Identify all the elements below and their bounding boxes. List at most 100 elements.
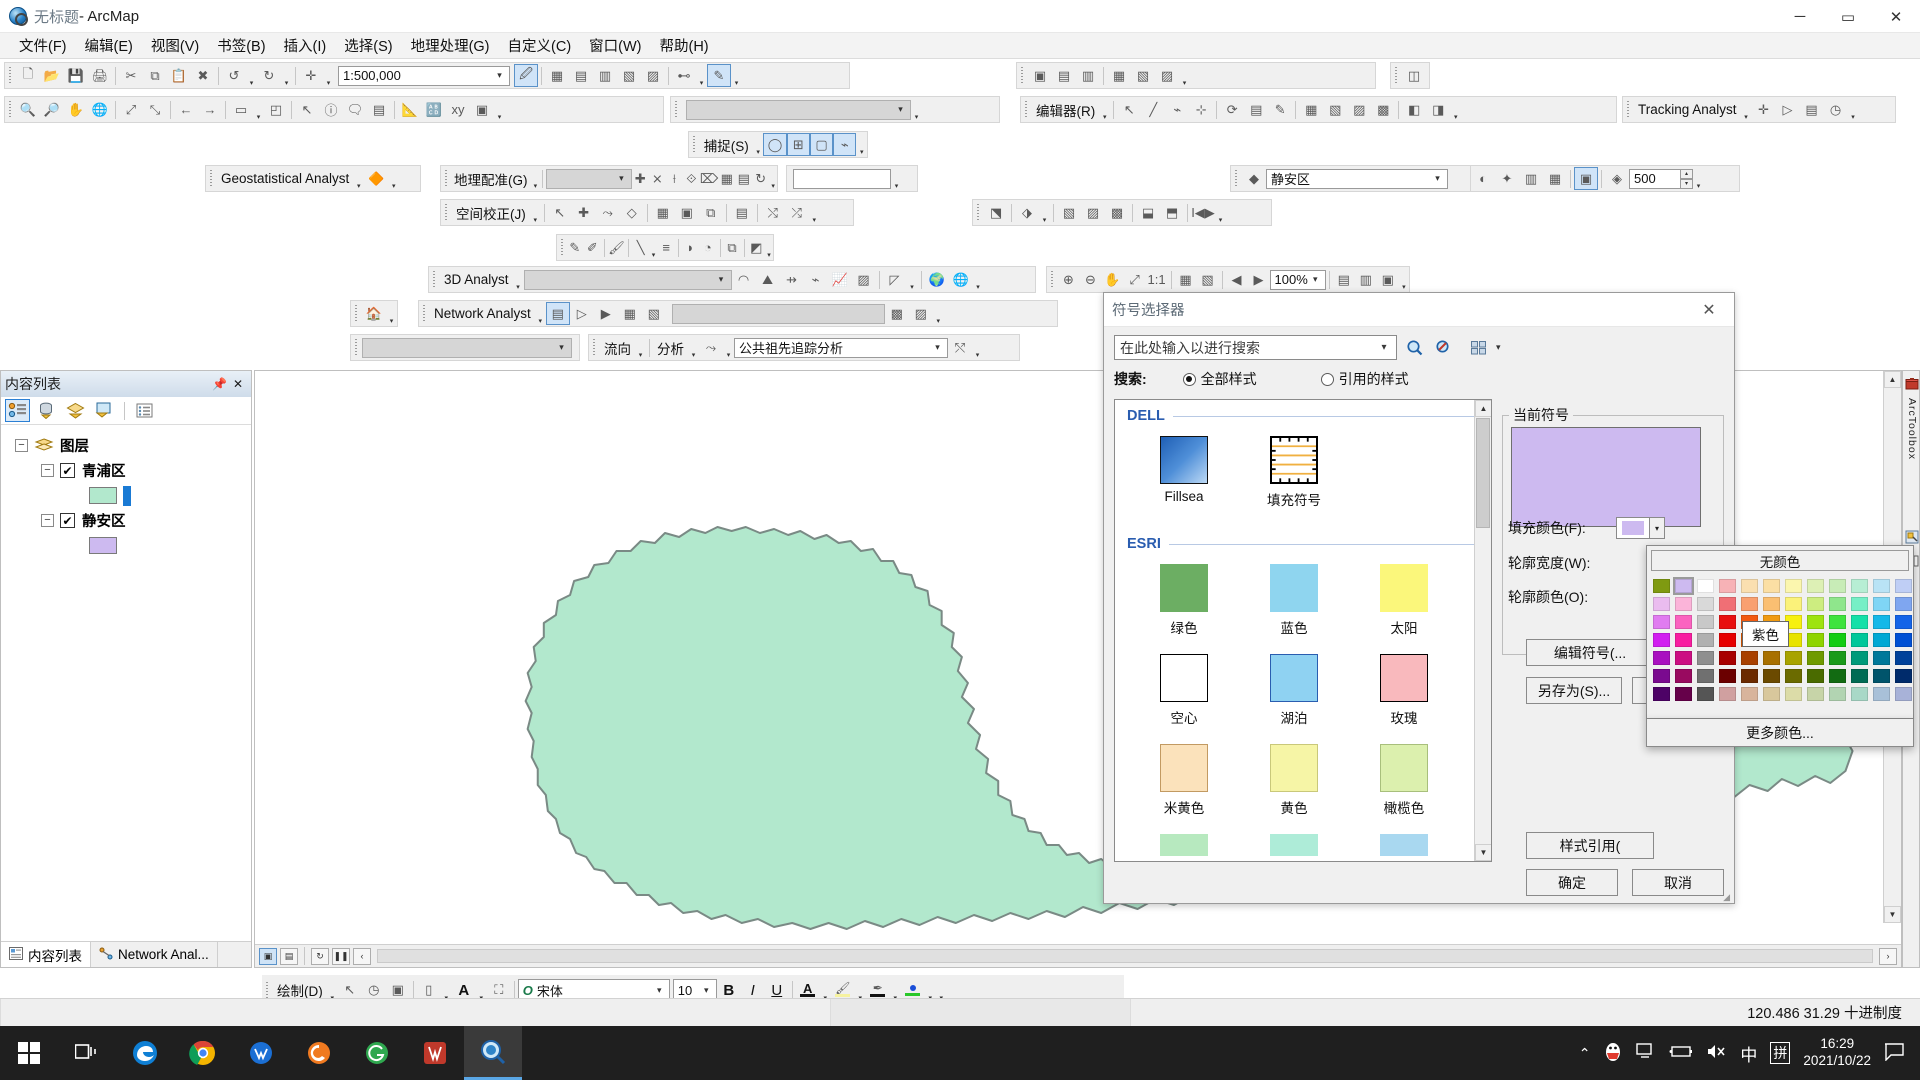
hyperlink-icon[interactable]: 🗨 — [343, 98, 367, 121]
measure-icon[interactable]: 📐 — [398, 98, 422, 121]
adjust-newlink-icon[interactable]: ✚ — [572, 201, 596, 224]
snapping-menu-arrow[interactable]: ▾ — [753, 133, 764, 156]
symbol-list-panel[interactable]: DELL Fillsea 填充符号 ESRI 绿色 蓝色 太阳 空心 湖泊 玫瑰… — [1114, 399, 1492, 862]
georef-zoomlink-icon[interactable]: ⟐ — [683, 167, 700, 190]
taskbar-clock[interactable]: 16:29 2021/10/22 — [1803, 1036, 1871, 1070]
maximize-button[interactable]: ▭ — [1824, 0, 1872, 33]
toolbar-grip[interactable] — [559, 238, 565, 257]
tracking-props-icon[interactable]: ▤ — [1800, 98, 1824, 121]
color-swatch[interactable] — [1675, 633, 1692, 647]
edit-tool6-icon[interactable]: ◨ — [1426, 98, 1450, 121]
tracking-play-icon[interactable]: ▷ — [1776, 98, 1800, 121]
aux-c-overflow[interactable]: ▾ — [911, 98, 922, 121]
profile-dd[interactable]: ▾ — [907, 268, 918, 291]
color-swatch[interactable] — [1653, 669, 1670, 683]
select-features-icon[interactable]: ▭ — [229, 98, 253, 121]
georef-menu-label[interactable]: 地理配准(G) — [450, 169, 532, 189]
tool-a2-icon[interactable]: ▤ — [1052, 64, 1076, 87]
menu-item-view[interactable]: 视图(V) — [142, 32, 208, 59]
color-swatch[interactable] — [1829, 633, 1846, 647]
network-props-icon[interactable]: ▨ — [909, 302, 933, 325]
taskbar-arcmap-icon[interactable] — [464, 1026, 522, 1080]
color-swatch[interactable] — [1653, 579, 1670, 593]
redo-dropdown[interactable]: ▾ — [281, 64, 292, 87]
color-swatch[interactable] — [1741, 687, 1758, 701]
tray-volume-muted-icon[interactable] — [1706, 1043, 1727, 1063]
color-swatch[interactable] — [1763, 687, 1780, 701]
analyst3d-layer-combo[interactable]: ▾ — [523, 269, 732, 290]
save-icon[interactable]: 💾 — [64, 64, 88, 87]
pin-icon[interactable]: 📌 — [212, 377, 227, 391]
adv-copy-icon[interactable]: ◗ — [682, 236, 699, 259]
steepest-path-icon[interactable]: ⛰ — [756, 268, 780, 291]
menu-item-file[interactable]: 文件(F) — [10, 32, 76, 59]
color-swatch[interactable] — [1653, 651, 1670, 665]
taskbar-chrome-icon[interactable] — [174, 1026, 232, 1080]
network-layer-combo[interactable] — [671, 303, 885, 324]
pub-data-icon[interactable]: ▥ — [1355, 268, 1377, 291]
adjust-table-icon[interactable]: ▦ — [651, 201, 675, 224]
pub-grid2-icon[interactable]: ▧ — [1197, 268, 1219, 291]
symbol-item[interactable]: 黄色 — [1239, 738, 1349, 828]
color-swatch[interactable] — [1741, 669, 1758, 683]
geocode-overflow[interactable]: ▾ — [386, 302, 397, 325]
toolbar-grip[interactable] — [1625, 100, 1632, 119]
toolbar-grip[interactable] — [353, 338, 360, 357]
symbol-item[interactable] — [1129, 828, 1239, 856]
menu-item-geoprocessing[interactable]: 地理处理(G) — [402, 32, 499, 59]
resize-grip-icon[interactable]: ◢ — [1723, 892, 1730, 903]
toolbar-grip[interactable] — [431, 270, 438, 289]
adv-merge-icon[interactable]: ⧉ — [723, 236, 740, 259]
html-popup-icon[interactable]: ▤ — [367, 98, 391, 121]
fixed-zoom-in-icon[interactable]: ⤢ — [119, 98, 143, 121]
color-swatch[interactable] — [1807, 597, 1824, 611]
effects-icon[interactable]: ✦ — [1495, 167, 1519, 190]
pub-pan-icon[interactable]: ✋ — [1101, 268, 1123, 291]
undo-dropdown[interactable]: ▾ — [246, 64, 257, 87]
network-create-icon[interactable]: ▷ — [570, 302, 594, 325]
toolbar-grip[interactable] — [1019, 66, 1026, 85]
arcscene-icon[interactable]: 🌐 — [949, 268, 973, 291]
toolbox-icon[interactable]: ▧ — [617, 64, 641, 87]
trace-task-combo[interactable]: 公共祖先追踪分析 ▾ — [734, 337, 948, 358]
layout-view-button[interactable]: ▤ — [280, 947, 298, 965]
analyst3d-overflow[interactable]: ▾ — [973, 268, 984, 291]
toolbar-grip[interactable] — [443, 203, 450, 222]
surface-icon[interactable]: ▨ — [852, 268, 876, 291]
start-button[interactable] — [0, 1026, 58, 1080]
create-profile-icon[interactable]: ◸ — [883, 268, 907, 291]
adjust-attrtransfer-icon[interactable]: ⤭ — [761, 201, 785, 224]
refresh-button[interactable]: ↻ — [311, 947, 329, 965]
color-swatch[interactable] — [1807, 633, 1824, 647]
symbol-item[interactable]: 蓝色 — [1239, 558, 1349, 648]
toolbar-grip[interactable] — [673, 100, 680, 119]
analysis-menu-label[interactable]: 分析 — [653, 338, 688, 358]
color-swatch[interactable] — [1851, 579, 1868, 593]
radio-referenced-styles-button[interactable] — [1320, 372, 1334, 386]
color-swatch[interactable] — [1851, 651, 1868, 665]
open-icon[interactable]: 📂 — [40, 64, 64, 87]
color-swatch[interactable] — [1697, 669, 1714, 683]
snapping-menu-label[interactable]: 捕捉(S) — [700, 135, 753, 155]
cut-icon[interactable]: ✂ — [119, 64, 143, 87]
network-directions-icon[interactable]: ▧ — [642, 302, 666, 325]
print-icon[interactable]: 🖨 — [88, 64, 112, 87]
color-swatch[interactable] — [1829, 687, 1846, 701]
chevron-down-icon[interactable]: ▾ — [1374, 342, 1394, 353]
color-swatch[interactable] — [1675, 687, 1692, 701]
arctoolbox-dock-item[interactable]: ArcToolbox — [1903, 377, 1920, 460]
expand-collapse-icon[interactable]: − — [15, 439, 28, 452]
pub-next-icon[interactable]: ▶ — [1248, 268, 1270, 291]
color-swatch[interactable] — [1807, 687, 1824, 701]
color-swatch[interactable] — [1873, 579, 1890, 593]
georef-rotate-icon[interactable]: ↻ — [752, 167, 769, 190]
color-swatch[interactable] — [1873, 651, 1890, 665]
color-swatch[interactable] — [1873, 615, 1890, 629]
adjust-limited-icon[interactable]: ▣ — [675, 201, 699, 224]
analyst3d-arrow[interactable]: ▾ — [513, 268, 524, 291]
tool-a6-icon[interactable]: ▨ — [1155, 64, 1179, 87]
menu-item-windows[interactable]: 窗口(W) — [580, 32, 650, 59]
geostat-menu-label[interactable]: Geostatistical Analyst — [217, 171, 353, 186]
profile-graph-icon[interactable]: 📈 — [828, 268, 852, 291]
pub-zoomin-icon[interactable]: ⊕ — [1057, 268, 1079, 291]
